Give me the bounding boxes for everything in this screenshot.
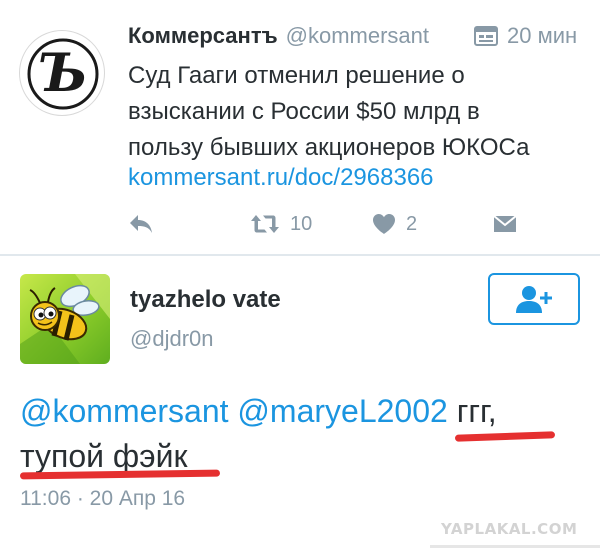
tweet1-header: Коммерсантъ @kommersant [128,20,429,52]
bee-avatar-icon [20,274,110,364]
mention-link[interactable]: @maryeL2002 [237,393,447,429]
like-button[interactable]: 2 [372,205,417,243]
author-handle[interactable]: @kommersant [286,23,429,49]
tweet2-text-fragment: ггг, [456,393,497,429]
tweet1-text-line: взыскании с России $50 млрд в [128,98,480,125]
retweet-button[interactable]: 10 [250,205,312,243]
retweet-count: 10 [290,212,313,235]
tweet1-text-line: Суд Гааги отменил решение о [128,62,465,89]
follow-button[interactable] [488,273,580,325]
direct-message-icon [493,215,517,232]
reply-icon [130,215,152,233]
heart-icon [373,214,395,234]
add-user-icon [516,286,552,313]
tweet-kommersant: Ъ Коммерсантъ @kommersant 20 мин Суд Гаа… [0,0,600,255]
author-name[interactable]: tyazhelo vate [130,286,281,314]
article-link[interactable]: kommersant.ru/doc/2968366 [128,160,434,196]
watermark-rule [430,545,600,548]
reply-button[interactable] [128,205,154,243]
svg-text:Ъ: Ъ [38,43,88,104]
direct-message-button[interactable] [493,205,517,243]
tweet-separator [0,254,600,256]
user-avatar[interactable] [20,274,110,364]
tweet1-timestamp: 20 мин [474,20,577,52]
kommersant-logo-icon: Ъ [27,38,99,110]
tweet2-text-line: @kommersant @maryeL2002 ггг, [20,389,590,434]
calendar-icon [474,26,498,46]
author-handle[interactable]: @djdr0n [130,326,214,352]
like-count: 2 [406,212,418,235]
author-name[interactable]: Коммерсантъ [128,23,278,49]
tweet1-actions: 10 2 [0,205,600,243]
tweet1-text: Суд Гааги отменил решение о взыскании с … [128,58,588,166]
retweet-icon [251,215,279,233]
kommersant-avatar[interactable]: Ъ [19,30,105,116]
time-label: 20 мин [507,23,578,48]
watermark: YAPLAKAL.COM [441,520,578,538]
tweet2-timestamp[interactable]: 11:06 · 20 Апр 16 [20,487,185,511]
mention-link[interactable]: @kommersant [20,393,229,429]
